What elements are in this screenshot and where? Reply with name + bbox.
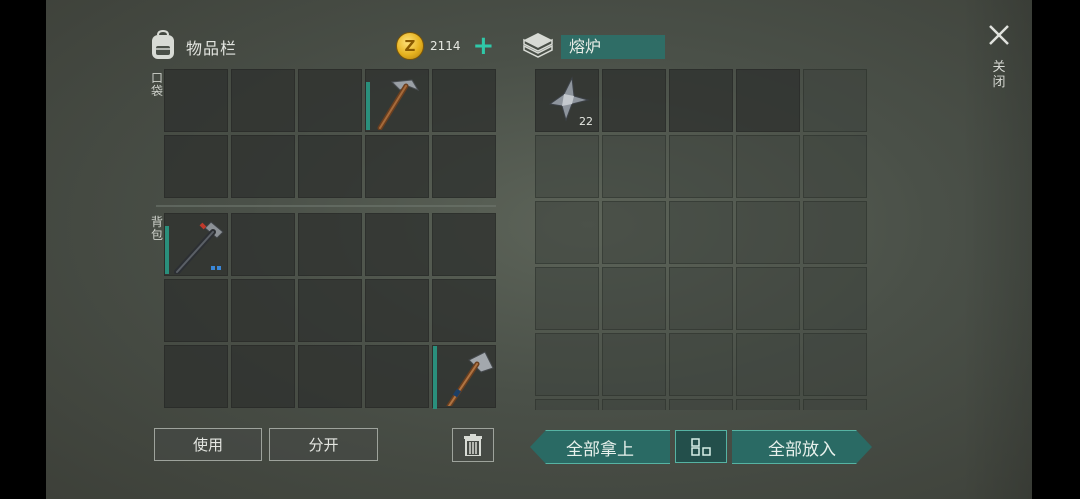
backpack-label: 背包 [150, 215, 163, 242]
item-quantity: 22 [579, 115, 593, 128]
furnace-grid: 22 [535, 69, 867, 410]
backpack-slot[interactable] [164, 345, 228, 408]
furnace-slot[interactable] [669, 69, 733, 132]
quality-dots [211, 266, 221, 270]
backpack-slot[interactable] [164, 213, 228, 276]
furnace-slot[interactable] [803, 333, 867, 396]
backpack-slot[interactable] [231, 213, 295, 276]
furnace-slot[interactable] [669, 333, 733, 396]
furnace-slot[interactable] [535, 267, 599, 330]
trash-button[interactable] [452, 428, 494, 462]
coin-symbol: Z [404, 37, 416, 55]
furnace-slot[interactable] [736, 267, 800, 330]
take-all-button[interactable]: 全部拿上 [530, 430, 670, 464]
pocket-slot[interactable] [231, 135, 295, 198]
furnace-slot[interactable] [602, 333, 666, 396]
close-button[interactable]: 关闭 [986, 24, 1012, 90]
furnace-slot[interactable] [602, 69, 666, 132]
furnace-slot[interactable] [669, 267, 733, 330]
furnace-slot[interactable] [803, 201, 867, 264]
furnace-slot[interactable] [602, 201, 666, 264]
add-coins-button[interactable]: + [473, 33, 495, 59]
furnace-grid-viewport[interactable]: 22 [535, 69, 869, 410]
furnace-slot[interactable] [736, 69, 800, 132]
split-button[interactable]: 分开 [269, 428, 378, 461]
backpack-slot[interactable] [365, 345, 429, 408]
close-icon [989, 25, 1009, 45]
furnace-slot[interactable] [535, 135, 599, 198]
coin-icon: Z [396, 32, 424, 60]
close-label: 关闭 [992, 60, 1006, 90]
furnace-header: 熔炉 [521, 30, 665, 64]
pocket-slot[interactable] [432, 135, 496, 198]
game-screen: 物品栏 Z 2114 + 口袋 背包 熔炉 22 使用 分开 全部拿上 全部放入… [46, 0, 1032, 499]
furnace-slot[interactable] [535, 201, 599, 264]
furnace-slot[interactable] [602, 399, 666, 410]
furnace-slot[interactable] [803, 135, 867, 198]
sort-grid-icon [691, 437, 711, 456]
furnace-slot[interactable] [736, 333, 800, 396]
inventory-title: 物品栏 [186, 39, 238, 58]
furnace-slot[interactable] [803, 267, 867, 330]
section-divider [156, 205, 496, 207]
pocket-slot[interactable] [164, 135, 228, 198]
coin-balance: Z 2114 + [396, 32, 494, 60]
furnace-slot[interactable] [535, 399, 599, 410]
backpack-grid [164, 213, 496, 409]
furnace-slot[interactable] [803, 399, 867, 410]
backpack-slot[interactable] [365, 279, 429, 342]
backpack-slot[interactable] [365, 213, 429, 276]
backpack-slot[interactable] [432, 345, 496, 409]
pocket-slot[interactable] [432, 69, 496, 132]
backpack-slot[interactable] [432, 213, 496, 276]
use-button[interactable]: 使用 [154, 428, 262, 461]
pocket-slot[interactable] [298, 135, 362, 198]
furnace-slot[interactable] [669, 135, 733, 198]
equipped-indicator [433, 346, 437, 409]
backpack-slot[interactable] [231, 279, 295, 342]
equipped-indicator [366, 82, 370, 130]
coin-amount: 2114 [430, 39, 461, 53]
backpack-slot[interactable] [298, 279, 362, 342]
backpack-icon [148, 29, 178, 65]
trash-icon [464, 434, 482, 456]
furnace-slot[interactable] [736, 399, 800, 410]
pocket-label: 口袋 [150, 71, 163, 98]
backpack-slot[interactable] [432, 279, 496, 342]
furnace-title: 熔炉 [561, 35, 665, 59]
furnace-slot[interactable]: 22 [535, 69, 599, 132]
pocket-grid [164, 69, 496, 198]
book-stack-icon [521, 30, 555, 64]
sort-button[interactable] [675, 430, 727, 463]
pocket-slot[interactable] [298, 69, 362, 132]
backpack-slot[interactable] [298, 345, 362, 408]
pocket-slot[interactable] [231, 69, 295, 132]
inventory-header: 物品栏 [148, 29, 238, 65]
pocket-slot[interactable] [365, 69, 429, 132]
backpack-slot[interactable] [164, 279, 228, 342]
hatchet-icon [446, 351, 494, 406]
backpack-slot[interactable] [231, 345, 295, 408]
furnace-slot[interactable] [803, 69, 867, 132]
furnace-slot[interactable] [669, 201, 733, 264]
pocket-slot[interactable] [164, 69, 228, 132]
backpack-slot[interactable] [298, 213, 362, 276]
furnace-slot[interactable] [535, 333, 599, 396]
furnace-slot[interactable] [736, 201, 800, 264]
equipped-indicator [165, 226, 169, 274]
furnace-slot[interactable] [602, 267, 666, 330]
put-all-button[interactable]: 全部放入 [732, 430, 872, 464]
pickaxe-icon [377, 79, 420, 130]
furnace-slot[interactable] [669, 399, 733, 410]
furnace-slot[interactable] [736, 135, 800, 198]
pocket-slot[interactable] [365, 135, 429, 198]
furnace-slot[interactable] [602, 135, 666, 198]
